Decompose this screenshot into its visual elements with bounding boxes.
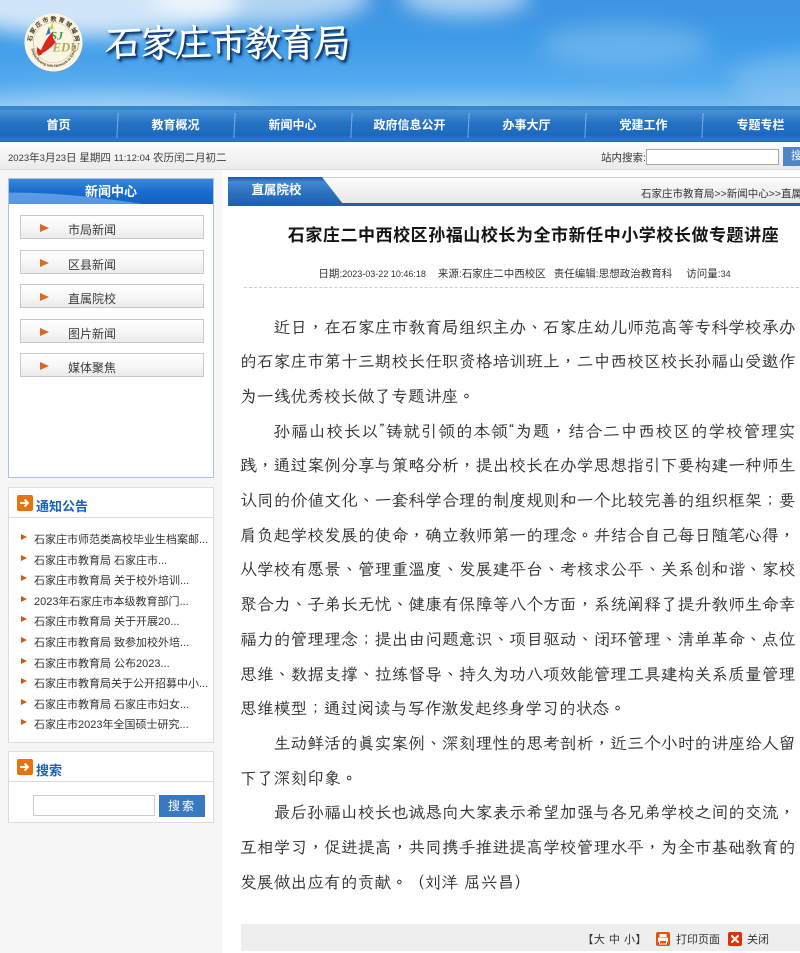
svg-text:EDU: EDU	[52, 40, 81, 54]
svg-text:石: 石	[27, 35, 35, 43]
svg-text:教: 教	[50, 15, 57, 23]
